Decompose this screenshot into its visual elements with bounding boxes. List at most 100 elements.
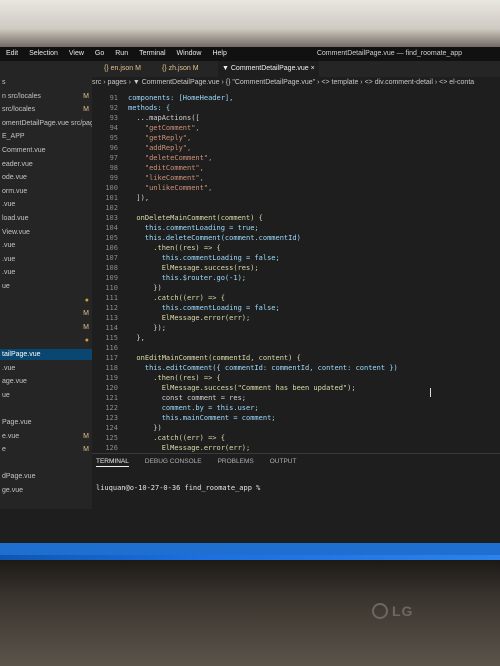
- tab-output[interactable]: OUTPUT: [270, 458, 297, 465]
- tab-problems[interactable]: PROBLEMS: [218, 458, 254, 465]
- sidebar-item[interactable]: M: [0, 322, 92, 333]
- line-number: 92: [109, 104, 118, 112]
- code-text: comment.by = this.user;: [128, 404, 259, 412]
- sidebar-item-label: .vue: [2, 201, 16, 209]
- sidebar-item[interactable]: [0, 403, 92, 414]
- sidebar-item[interactable]: .vue: [0, 267, 92, 278]
- sidebar-item[interactable]: eader.vue: [0, 159, 92, 170]
- sidebar-item-label: .vue: [2, 255, 16, 263]
- line-number: 108: [105, 264, 118, 272]
- menu-help[interactable]: Help: [212, 50, 226, 57]
- sidebar-item[interactable]: [0, 458, 92, 469]
- code-text: ElMessage.success("Comment has been upda…: [128, 384, 356, 392]
- menu-terminal[interactable]: Terminal: [139, 50, 165, 57]
- line-number: 114: [105, 324, 118, 332]
- sidebar-item[interactable]: eM: [0, 444, 92, 455]
- code-text: this.commentLoading = true;: [128, 224, 259, 232]
- code-text: this.$router.go(-1);: [128, 274, 247, 282]
- git-status-badge: ●: [84, 296, 89, 304]
- sidebar-item-label: .vue: [2, 269, 16, 277]
- git-status-badge: M: [83, 106, 89, 114]
- menu-selection[interactable]: Selection: [29, 50, 58, 57]
- code-text: this.deleteComment(comment.commentId): [128, 234, 301, 242]
- sidebar-item[interactable]: ●: [0, 335, 92, 346]
- code-text: components: [HomeHeader],: [128, 94, 234, 102]
- sidebar-item-label: dPage.vue: [2, 473, 36, 481]
- menu-window[interactable]: Window: [177, 50, 202, 57]
- menu-go[interactable]: Go: [95, 50, 104, 57]
- menu-edit[interactable]: Edit: [6, 50, 18, 57]
- code-text: "getComment",: [128, 124, 200, 132]
- line-number: 101: [105, 194, 118, 202]
- sidebar-item-label: ue: [2, 391, 10, 399]
- sidebar-item-label: Comment.vue: [2, 147, 46, 154]
- code-text: .then((res) => {: [128, 244, 221, 252]
- sidebar-item-label: Page.vue: [2, 419, 32, 426]
- sidebar-item[interactable]: Page.vue: [0, 417, 92, 428]
- line-number: 104: [105, 224, 118, 232]
- sidebar-item-label: .vue: [2, 242, 16, 250]
- sidebar-item-label: [0, 337, 2, 344]
- tab-en-json[interactable]: {} en.json M: [100, 61, 145, 77]
- sidebar-item[interactable]: ue: [0, 281, 92, 292]
- sidebar-item-label: tailPage.vue: [2, 351, 41, 358]
- sidebar-item[interactable]: M: [0, 308, 92, 319]
- code-text: ElMessage.error(err);: [128, 314, 251, 322]
- code-text: "deleteComment",: [128, 154, 213, 162]
- line-number: 93: [109, 114, 118, 122]
- code-text: });: [128, 324, 166, 332]
- tab-terminal[interactable]: TERMINAL: [96, 458, 129, 467]
- sidebar-item[interactable]: age.vue: [0, 376, 92, 387]
- line-number: 122: [105, 404, 118, 412]
- sidebar-item-label: e: [2, 446, 6, 454]
- sidebar-item[interactable]: ge.vue: [0, 485, 92, 496]
- tab-zh-json[interactable]: {} zh.json M: [158, 61, 203, 77]
- sidebar-item[interactable]: Comment.vue: [0, 145, 92, 156]
- line-number: 119: [105, 374, 118, 382]
- window-title: CommentDetailPage.vue — find_roomate_app: [316, 50, 462, 57]
- sidebar-item[interactable]: src/locales M: [0, 104, 92, 115]
- menu-run[interactable]: Run: [115, 50, 128, 57]
- sidebar-item[interactable]: load.vue: [0, 213, 92, 224]
- sidebar-item-label: .vue: [2, 364, 16, 372]
- sidebar-item[interactable]: View.vue: [0, 227, 92, 238]
- line-number: 117: [105, 354, 118, 362]
- line-number: 103: [105, 214, 118, 222]
- menu-view[interactable]: View: [69, 50, 84, 57]
- code-text: ...mapActions([: [128, 114, 200, 122]
- sidebar-item[interactable]: ue: [0, 390, 92, 401]
- code-text: const comment = res;: [128, 394, 247, 402]
- sidebar-item[interactable]: .vue: [0, 363, 92, 374]
- breadcrumb[interactable]: src › pages › ▼ CommentDetailPage.vue › …: [92, 77, 500, 89]
- tab-comment-detail-page[interactable]: ▼ CommentDetailPage.vue ×: [218, 61, 319, 77]
- code-text: this.commentLoading = false;: [128, 254, 280, 262]
- sidebar-item[interactable]: e.vue M: [0, 431, 92, 442]
- code-text: onDeleteMainComment(comment) {: [128, 214, 263, 222]
- sidebar-item[interactable]: orm.vue: [0, 186, 92, 197]
- explorer-sidebar: s n src/locales M src/locales M omentDetailPa…: [0, 61, 92, 509]
- sidebar-item[interactable]: .vue: [0, 199, 92, 210]
- code-editor[interactable]: 91 components: [HomeHeader], 92 methods: {9…: [92, 90, 500, 453]
- monitor-logo: LG: [372, 603, 413, 619]
- sidebar-item[interactable]: s: [0, 77, 92, 88]
- sidebar-item[interactable]: .vue: [0, 254, 92, 265]
- code-text: .catch((err) => {: [128, 434, 225, 442]
- sidebar-item[interactable]: E_APP: [0, 131, 92, 142]
- sidebar-item[interactable]: tailPage.vue: [0, 349, 92, 360]
- code-text: ]),: [128, 194, 150, 202]
- line-number: 120: [105, 384, 118, 392]
- editor-tabs: {} en.json M {} zh.json M ▼ CommentDetai…: [92, 61, 500, 77]
- sidebar-item[interactable]: ●: [0, 295, 92, 306]
- sidebar-item[interactable]: n src/locales M: [0, 91, 92, 102]
- sidebar-item[interactable]: ode.vue: [0, 172, 92, 183]
- line-number: 118: [105, 364, 118, 372]
- line-number: 115: [105, 334, 118, 342]
- sidebar-item[interactable]: omentDetailPage.vue src/pages: [0, 118, 92, 129]
- line-number: 124: [105, 424, 118, 432]
- sidebar-item[interactable]: .vue: [0, 240, 92, 251]
- terminal-prompt[interactable]: liuquan@o-10-27-0-36 find_roomate_app %: [96, 484, 260, 492]
- monitor-screen: Edit Selection View Go Run Terminal Window Help…: [0, 47, 500, 595]
- tab-debug-console[interactable]: DEBUG CONSOLE: [145, 458, 202, 465]
- sidebar-item[interactable]: dPage.vue: [0, 471, 92, 482]
- sidebar-item-label: age.vue: [2, 378, 27, 386]
